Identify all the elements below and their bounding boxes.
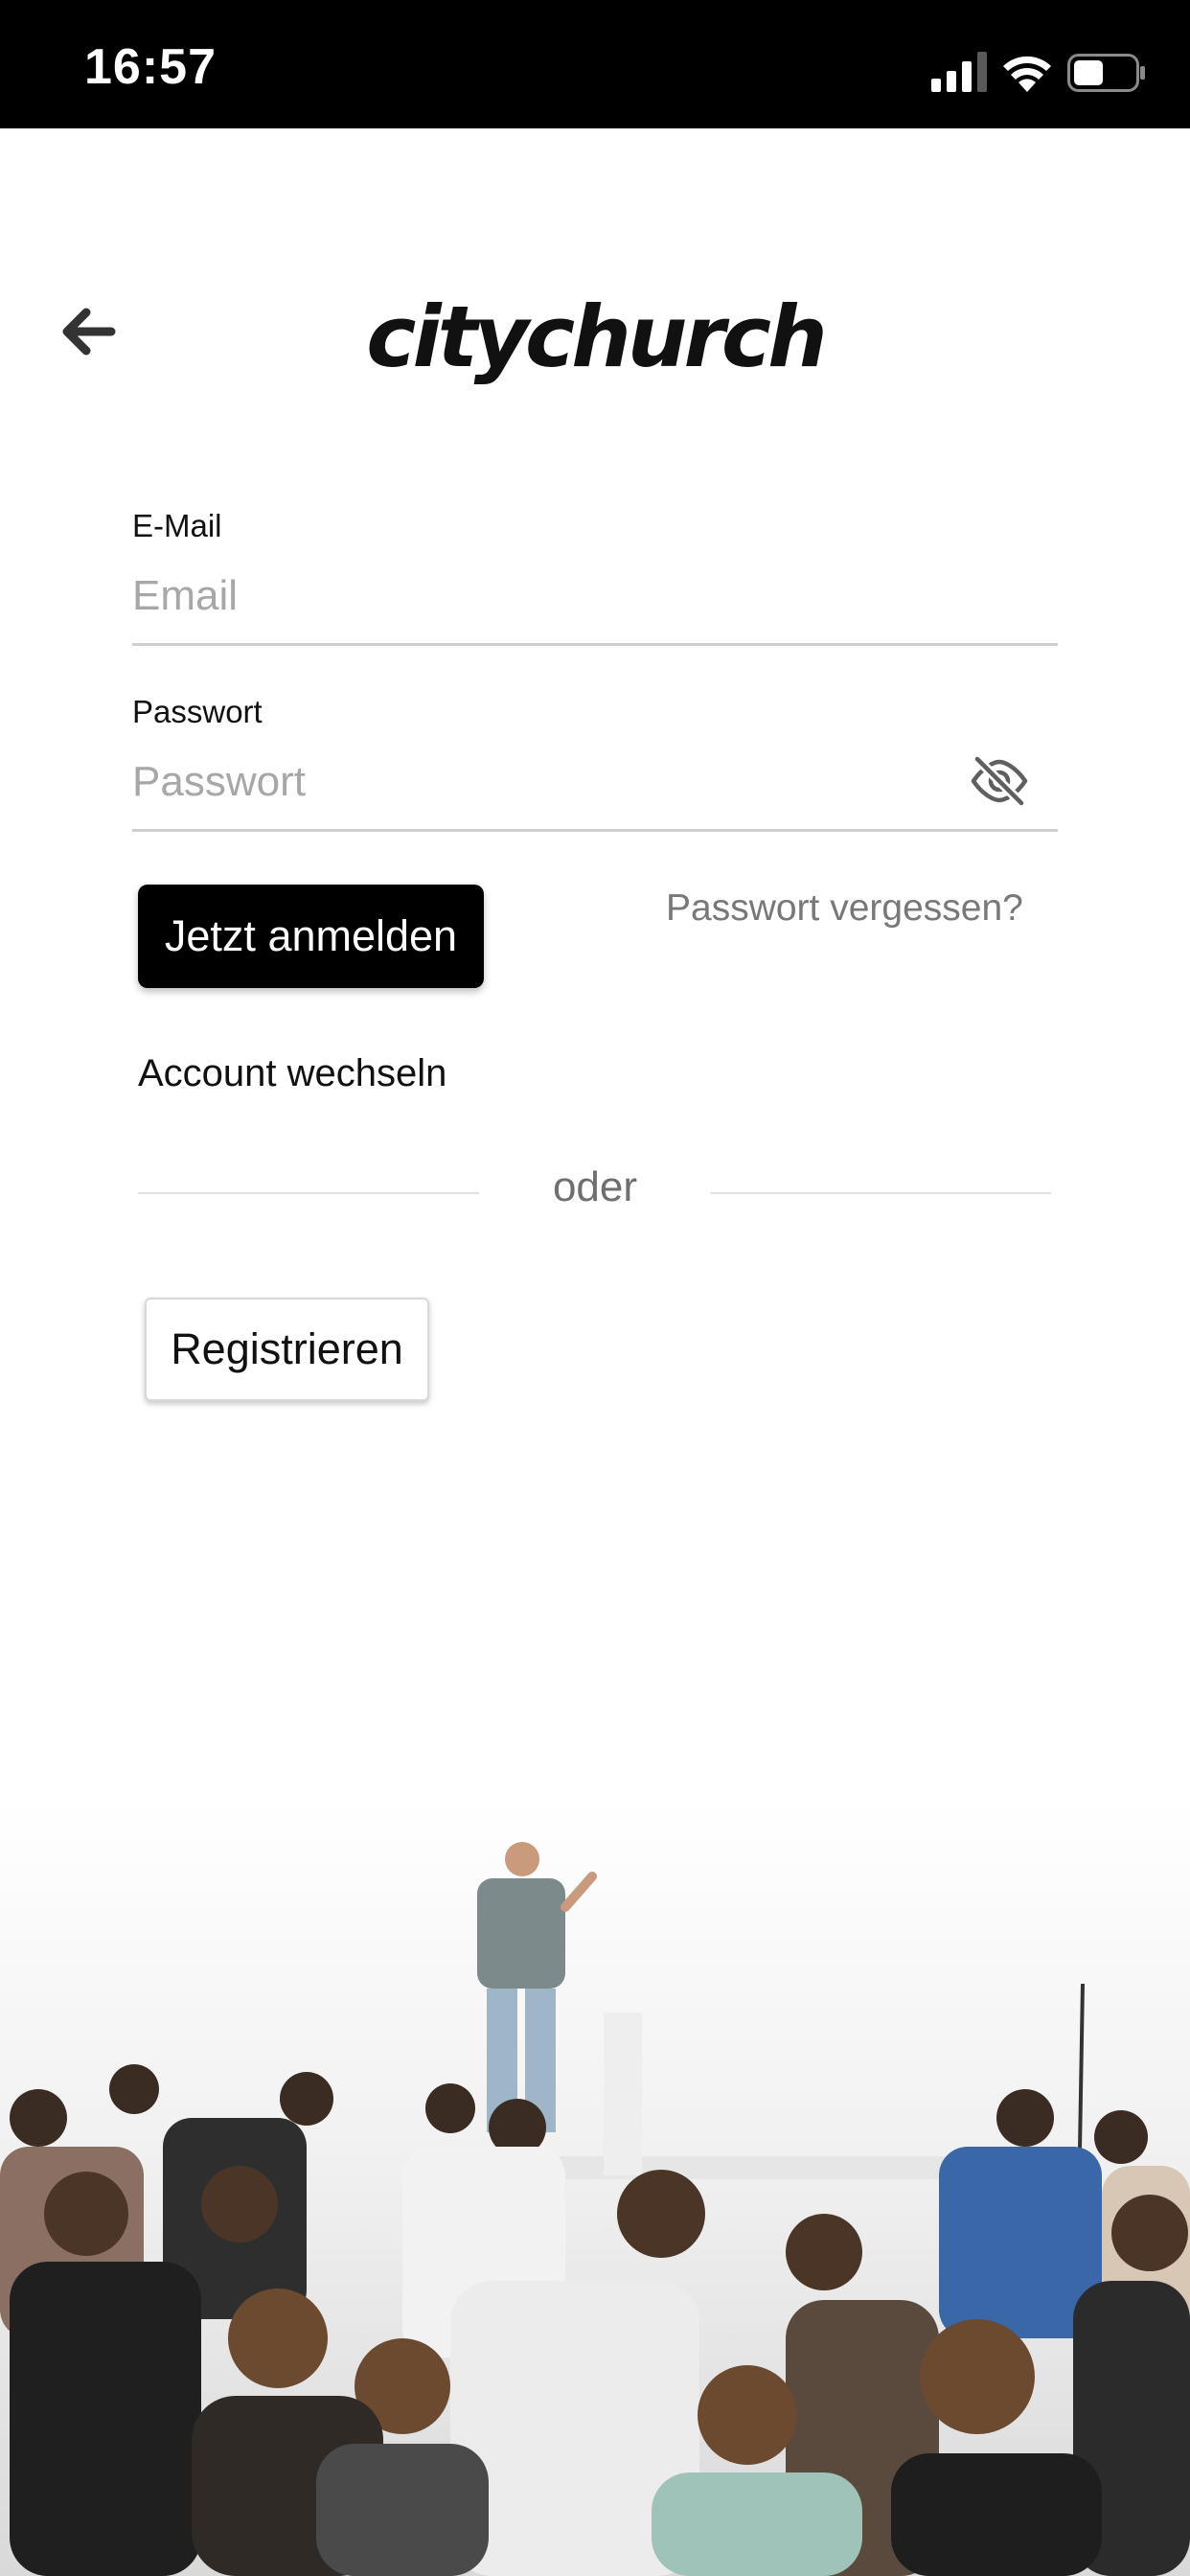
register-button[interactable]: Registrieren <box>145 1298 429 1401</box>
email-underline <box>132 643 1058 646</box>
switch-account-link[interactable]: Account wechseln <box>138 1052 446 1095</box>
password-input[interactable] <box>132 751 956 813</box>
email-label: E-Mail <box>132 508 222 543</box>
status-time: 16:57 <box>84 39 217 95</box>
password-label: Passwort <box>132 694 263 729</box>
password-underline <box>132 829 1058 832</box>
divider-label: oder <box>552 1163 638 1210</box>
app-logo: citychurch <box>366 288 827 386</box>
cellular-signal-icon <box>931 52 987 92</box>
battery-icon <box>1067 54 1145 92</box>
church-audience-image <box>0 1802 1190 2576</box>
email-input[interactable] <box>132 565 1058 627</box>
eye-slash-icon[interactable] <box>970 753 1029 809</box>
wifi-icon <box>1003 56 1051 92</box>
forgot-password-link[interactable]: Passwort vergessen? <box>666 887 1023 930</box>
login-button[interactable]: Jetzt anmelden <box>138 885 484 988</box>
divider-line-right <box>710 1192 1051 1194</box>
status-bar: 16:57 <box>0 0 1190 128</box>
